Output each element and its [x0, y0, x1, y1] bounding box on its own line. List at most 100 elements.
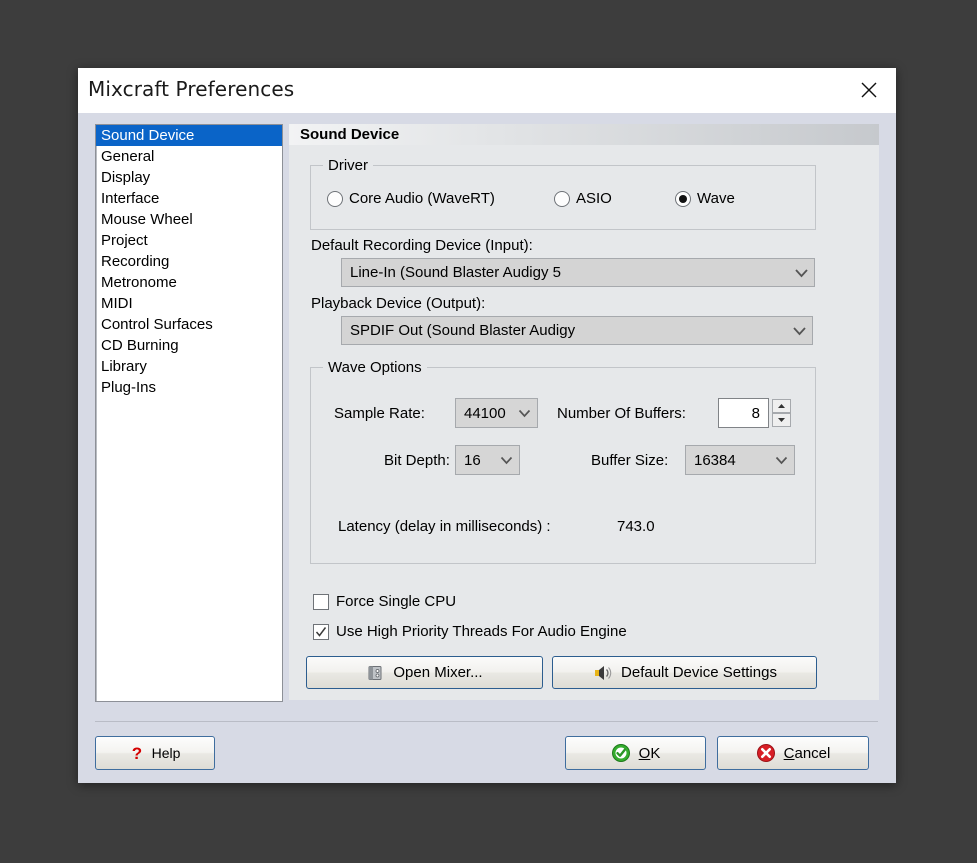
help-label: Help: [151, 745, 181, 761]
radio-label: Wave: [697, 190, 735, 207]
cancel-label-rest: ancel: [794, 744, 831, 762]
green-check-icon: [611, 743, 631, 763]
open-mixer-button[interactable]: Open Mixer...: [306, 656, 543, 689]
sidebar-item-cd-burning[interactable]: CD Burning: [96, 335, 282, 356]
red-x-icon: [756, 743, 776, 763]
sidebar-item-label: Sound Device: [101, 127, 195, 144]
sound-device-settings: Driver Core Audio (WaveRT) ASIO Wave Def…: [289, 145, 879, 700]
radio-wave[interactable]: Wave: [675, 190, 735, 207]
sidebar-item-midi[interactable]: MIDI: [96, 293, 282, 314]
latency-label: Latency (delay in milliseconds) :: [338, 518, 551, 535]
sidebar-item-project[interactable]: Project: [96, 230, 282, 251]
sidebar-item-label: Display: [101, 169, 151, 186]
sidebar-item-label: Project: [101, 232, 148, 249]
recording-device-label: Default Recording Device (Input):: [311, 237, 533, 254]
driver-groupbox: Driver Core Audio (WaveRT) ASIO Wave: [310, 157, 816, 230]
buffer-size-value: 16384: [694, 451, 736, 469]
preferences-category-list[interactable]: Sound Device General Display Interface M…: [95, 124, 283, 702]
ok-label: OK: [639, 745, 661, 762]
playback-device-label: Playback Device (Output):: [311, 295, 486, 312]
number-of-buffers-input[interactable]: 8: [718, 398, 769, 428]
default-device-settings-label: Default Device Settings: [621, 664, 777, 681]
bit-depth-label: Bit Depth:: [384, 452, 450, 469]
bit-depth-select[interactable]: 16: [455, 445, 520, 475]
sidebar-item-label: Library: [101, 358, 147, 375]
settings-content-panel: Sound Device Driver Core Audio (WaveRT) …: [289, 124, 879, 700]
sidebar-item-recording[interactable]: Recording: [96, 251, 282, 272]
sidebar-item-sound-device[interactable]: Sound Device: [96, 125, 282, 146]
panel-title: Sound Device: [300, 126, 400, 143]
dialog-body: Sound Device General Display Interface M…: [78, 113, 896, 783]
radio-indicator: [554, 190, 570, 207]
mixer-icon: [366, 664, 384, 682]
sidebar-item-label: MIDI: [101, 295, 133, 312]
radio-indicator: [327, 190, 343, 207]
default-device-settings-button[interactable]: Default Device Settings: [552, 656, 817, 689]
help-button[interactable]: ? Help: [95, 736, 215, 770]
number-of-buffers-stepper[interactable]: [772, 399, 791, 427]
close-icon[interactable]: [852, 74, 886, 106]
radio-label: Core Audio (WaveRT): [349, 190, 495, 207]
checkbox-label: Force Single CPU: [336, 593, 457, 610]
checkbox-use-high-priority-threads[interactable]: Use High Priority Threads For Audio Engi…: [313, 623, 627, 640]
recording-device-value: Line-In (Sound Blaster Audigy 5: [350, 264, 561, 281]
wave-options-groupbox: Wave Options Sample Rate: 44100 Number O…: [310, 359, 816, 564]
cancel-label: Cancel: [784, 745, 831, 762]
sidebar-item-label: Recording: [101, 253, 170, 270]
sidebar-item-label: Control Surfaces: [101, 316, 213, 333]
cancel-button[interactable]: Cancel: [717, 736, 869, 770]
playback-device-value: SPDIF Out (Sound Blaster Audigy: [350, 322, 576, 339]
radio-label: ASIO: [576, 190, 612, 207]
recording-device-select[interactable]: Line-In (Sound Blaster Audigy 5: [341, 258, 815, 287]
sidebar-item-library[interactable]: Library: [96, 356, 282, 377]
number-of-buffers-value: 8: [751, 404, 760, 422]
chevron-down-icon: [768, 456, 794, 465]
ok-accel-char: O: [638, 744, 651, 762]
sidebar-item-interface[interactable]: Interface: [96, 188, 282, 209]
question-mark-icon: ?: [130, 744, 144, 762]
radio-core-audio-wavert[interactable]: Core Audio (WaveRT): [327, 190, 495, 207]
wave-options-group-legend: Wave Options: [323, 359, 427, 376]
sidebar-item-label: Interface: [101, 190, 160, 207]
playback-device-select[interactable]: SPDIF Out (Sound Blaster Audigy: [341, 316, 813, 345]
dialog-title: Mixcraft Preferences: [88, 77, 295, 101]
open-mixer-label: Open Mixer...: [393, 664, 483, 681]
ok-label-rest: K: [650, 744, 661, 762]
buffer-size-label: Buffer Size:: [591, 452, 669, 469]
latency-value: 743.0: [617, 518, 655, 535]
sidebar-item-label: General: [101, 148, 155, 165]
chevron-down-icon: [788, 268, 814, 278]
bit-depth-value: 16: [464, 451, 481, 469]
sample-rate-select[interactable]: 44100: [455, 398, 538, 428]
chevron-down-icon: [786, 326, 812, 336]
cancel-accel-char: C: [783, 744, 795, 762]
checkbox-label: Use High Priority Threads For Audio Engi…: [336, 623, 627, 640]
sidebar-item-general[interactable]: General: [96, 146, 282, 167]
buffer-size-select[interactable]: 16384: [685, 445, 795, 475]
sample-rate-label: Sample Rate:: [334, 405, 425, 422]
number-of-buffers-label: Number Of Buffers:: [557, 405, 686, 422]
ok-button[interactable]: OK: [565, 736, 706, 770]
checkbox-indicator: [313, 593, 329, 610]
sidebar-item-mouse-wheel[interactable]: Mouse Wheel: [96, 209, 282, 230]
radio-asio[interactable]: ASIO: [554, 190, 612, 207]
chevron-down-icon: [511, 409, 537, 418]
dialog-titlebar: Mixcraft Preferences: [78, 68, 896, 113]
speaker-icon: [592, 664, 612, 682]
driver-group-legend: Driver: [323, 157, 373, 174]
preferences-dialog: Mixcraft Preferences Sound Device Genera…: [78, 68, 896, 783]
sidebar-item-control-surfaces[interactable]: Control Surfaces: [96, 314, 282, 335]
sidebar-item-label: Metronome: [101, 274, 177, 291]
svg-text:?: ?: [131, 744, 141, 762]
footer-divider: [95, 721, 878, 722]
stepper-down-icon[interactable]: [772, 413, 791, 427]
radio-indicator: [675, 190, 691, 207]
sidebar-item-metronome[interactable]: Metronome: [96, 272, 282, 293]
checkbox-force-single-cpu[interactable]: Force Single CPU: [313, 593, 456, 610]
stepper-up-icon[interactable]: [772, 399, 791, 413]
sample-rate-value: 44100: [464, 404, 506, 422]
sidebar-item-label: Mouse Wheel: [101, 211, 193, 228]
checkbox-indicator: [313, 623, 329, 640]
sidebar-item-plug-ins[interactable]: Plug-Ins: [96, 377, 282, 398]
sidebar-item-display[interactable]: Display: [96, 167, 282, 188]
